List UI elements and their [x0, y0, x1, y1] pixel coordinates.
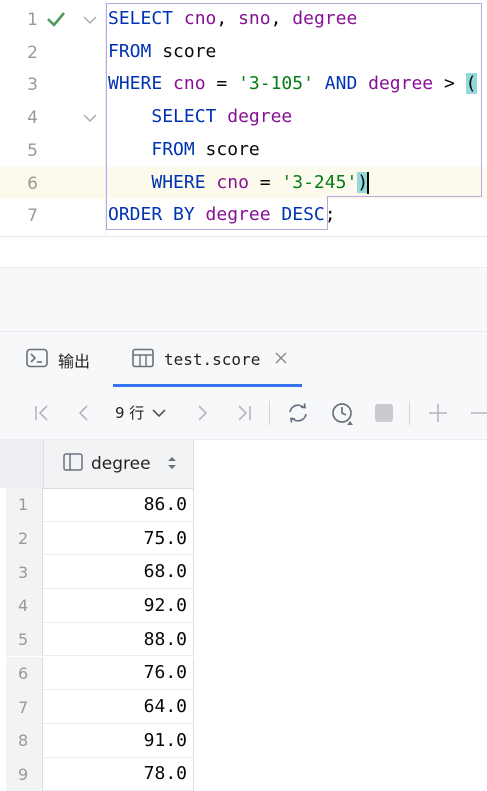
cell-degree[interactable]: 92.0	[43, 589, 194, 623]
table-row[interactable]: 8 91.0	[0, 723, 194, 758]
cell-degree[interactable]: 75.0	[43, 521, 194, 556]
add-row-icon[interactable]	[426, 401, 450, 425]
column-name: degree	[91, 454, 151, 474]
refresh-icon[interactable]	[286, 401, 310, 425]
line-number: 4	[27, 108, 38, 129]
line-number: 5	[27, 140, 38, 161]
row-number[interactable]: 4	[6, 589, 43, 623]
line-number: 1	[27, 10, 38, 30]
table-row[interactable]: 3 68.0	[0, 555, 194, 590]
last-page-icon[interactable]	[232, 401, 256, 425]
prev-page-icon[interactable]	[72, 401, 96, 425]
line-number: 2	[27, 42, 38, 63]
table-row[interactable]: 2 75.0	[0, 521, 194, 556]
tab-test-score[interactable]: test.score	[113, 332, 303, 387]
table-icon	[132, 348, 154, 372]
panel-spacer	[0, 267, 487, 332]
cell-degree[interactable]: 86.0	[43, 488, 194, 522]
remove-row-icon[interactable]	[468, 401, 487, 425]
results-toolbar: 9 行	[0, 387, 487, 440]
cell-degree[interactable]: 78.0	[43, 757, 194, 791]
row-number[interactable]: 3	[6, 555, 43, 590]
tab-output[interactable]: 输出	[26, 332, 90, 387]
line-number: 6	[27, 173, 38, 194]
first-page-icon[interactable]	[30, 401, 54, 425]
column-icon	[63, 453, 83, 475]
toolbar-separator	[409, 401, 410, 425]
row-count-label: 9 行	[115, 404, 145, 422]
table-row[interactable]: 5 88.0	[0, 622, 194, 657]
fold-icon[interactable]	[82, 12, 98, 26]
table-row[interactable]: 6 76.0	[0, 656, 194, 691]
tab-test-score-label: test.score	[164, 350, 261, 369]
row-number[interactable]: 1	[6, 488, 43, 522]
row-number[interactable]: 7	[6, 690, 43, 724]
tab-output-label: 输出	[58, 351, 91, 371]
chevron-down-icon	[152, 404, 166, 422]
sql-editor[interactable]: 1 SELECT cno, sno, degree 2 FROM score 3 WHER…	[0, 0, 487, 237]
row-count-selector[interactable]: 9 行	[115, 402, 166, 423]
line-number: 7	[27, 206, 38, 227]
fold-icon[interactable]	[82, 110, 98, 124]
cell-degree[interactable]: 64.0	[43, 690, 194, 724]
stop-icon[interactable]	[372, 401, 396, 425]
cell-degree[interactable]: 88.0	[43, 622, 194, 657]
table-row[interactable]: 7 64.0	[0, 690, 194, 724]
column-header-degree[interactable]: degree	[43, 440, 194, 488]
statement-outline	[106, 3, 482, 197]
cell-degree[interactable]: 76.0	[43, 656, 194, 691]
statement-outline	[327, 196, 482, 197]
row-number-header[interactable]	[0, 440, 43, 488]
sort-icon[interactable]	[167, 455, 177, 474]
next-page-icon[interactable]	[190, 401, 214, 425]
results-tab-bar: 输出 test.score	[0, 331, 487, 388]
cell-degree[interactable]: 68.0	[43, 555, 194, 590]
table-row[interactable]: 1 86.0	[0, 488, 194, 522]
table-row[interactable]: 4 92.0	[0, 589, 194, 623]
row-number[interactable]: 8	[6, 723, 43, 758]
console-icon	[26, 348, 48, 372]
cell-degree[interactable]: 91.0	[43, 723, 194, 758]
close-tab-icon[interactable]	[274, 350, 288, 369]
row-number[interactable]: 5	[6, 622, 43, 657]
line-number: 3	[27, 75, 38, 96]
check-icon	[44, 7, 68, 31]
row-number[interactable]: 9	[6, 757, 43, 791]
grid-header: degree	[0, 440, 194, 489]
statement-outline	[106, 196, 328, 230]
results-grid[interactable]: degree 1 86.0 2 75.0 3 68.0 4 92.0 5 88.0 6 76.0 7 64…	[0, 440, 487, 791]
toolbar-separator	[269, 401, 270, 425]
editor-spacer	[0, 237, 487, 267]
row-number[interactable]: 2	[6, 521, 43, 556]
history-icon[interactable]	[330, 401, 354, 425]
row-number[interactable]: 6	[6, 656, 43, 691]
table-row[interactable]: 9 78.0	[0, 757, 194, 791]
